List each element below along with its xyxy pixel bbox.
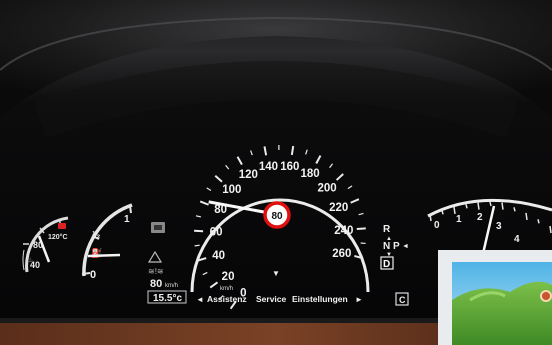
speed-label: 160 [280, 161, 299, 173]
speed-label: 20 [222, 271, 235, 283]
tach-label-2: 2 [477, 212, 483, 223]
speed-tick [290, 145, 295, 156]
tach-tick [465, 204, 468, 209]
menu-item-service[interactable]: Service [256, 294, 287, 304]
tach-tick [537, 219, 540, 224]
speed-label: 140 [259, 161, 278, 173]
speed-label: 180 [301, 168, 320, 180]
menu-item-einstellungen[interactable]: Einstellungen [292, 294, 348, 304]
tach-label-4: 4 [514, 234, 520, 245]
tach-label-1: 1 [456, 214, 462, 225]
set-speed-value: 80 [150, 278, 162, 290]
tach-tick [549, 225, 552, 234]
tach-tick [525, 212, 528, 221]
menu-item-assistenz[interactable]: Assistenz [207, 294, 247, 304]
menu-right-arrow[interactable]: ► [355, 295, 363, 304]
nav-screen [438, 250, 552, 345]
set-speed-unit: km/h [165, 283, 178, 289]
speed-label: 220 [329, 202, 348, 214]
speed-tick [194, 244, 200, 247]
gear-r: R [383, 224, 391, 235]
fuel-label-full: 1 [124, 214, 130, 225]
speed-limit-value: 80 [271, 211, 283, 222]
gear-d-selected: D [383, 259, 390, 270]
coolant-icon: ♨ [26, 255, 33, 264]
instrument-cluster-photo: 40 80 120°C ♨ 0 ½ 1 ⛽ ≋!≋ 80 km/h 15.5°c… [0, 0, 552, 345]
tach-tick [477, 202, 480, 210]
menu-bar: ◄ Assistenz Service Einstellungen ► [196, 294, 363, 304]
speed-label: 40 [212, 250, 225, 262]
speed-label: 100 [222, 184, 241, 196]
speed-label: 240 [334, 225, 353, 237]
speed-label: 120 [239, 169, 258, 181]
tach-label-0: 0 [434, 220, 440, 231]
speed-label: 200 [317, 183, 336, 195]
outside-temp: 15.5°c [153, 293, 182, 304]
speed-tick [356, 227, 366, 231]
temp-label-high: 120°C [48, 233, 68, 241]
speed-label: 60 [210, 227, 223, 239]
tach-tick [453, 206, 456, 215]
tach-tick [489, 201, 492, 207]
menu-left-arrow[interactable]: ◄ [196, 295, 204, 304]
gear-pointer: ◄ [402, 243, 409, 250]
speed-unit: km/h [220, 286, 233, 292]
tach-tick [501, 202, 504, 210]
fuel-needle [87, 253, 121, 258]
tach-tick [429, 213, 432, 222]
distance-icon: ≋!≋ [148, 267, 164, 276]
gear-p: P [393, 241, 400, 252]
fuel-label-empty: 0 [90, 269, 96, 281]
mode-badge: C [399, 295, 406, 305]
map-marker-icon [540, 290, 552, 302]
gear-n: N [383, 241, 390, 252]
tach-label-3: 3 [496, 221, 502, 232]
speed-label: 260 [332, 248, 351, 260]
fuel-label-half: ½ [92, 230, 100, 241]
tach-tick [513, 207, 516, 212]
tach-tick [441, 210, 444, 215]
center-marker: ▼ [272, 269, 280, 278]
